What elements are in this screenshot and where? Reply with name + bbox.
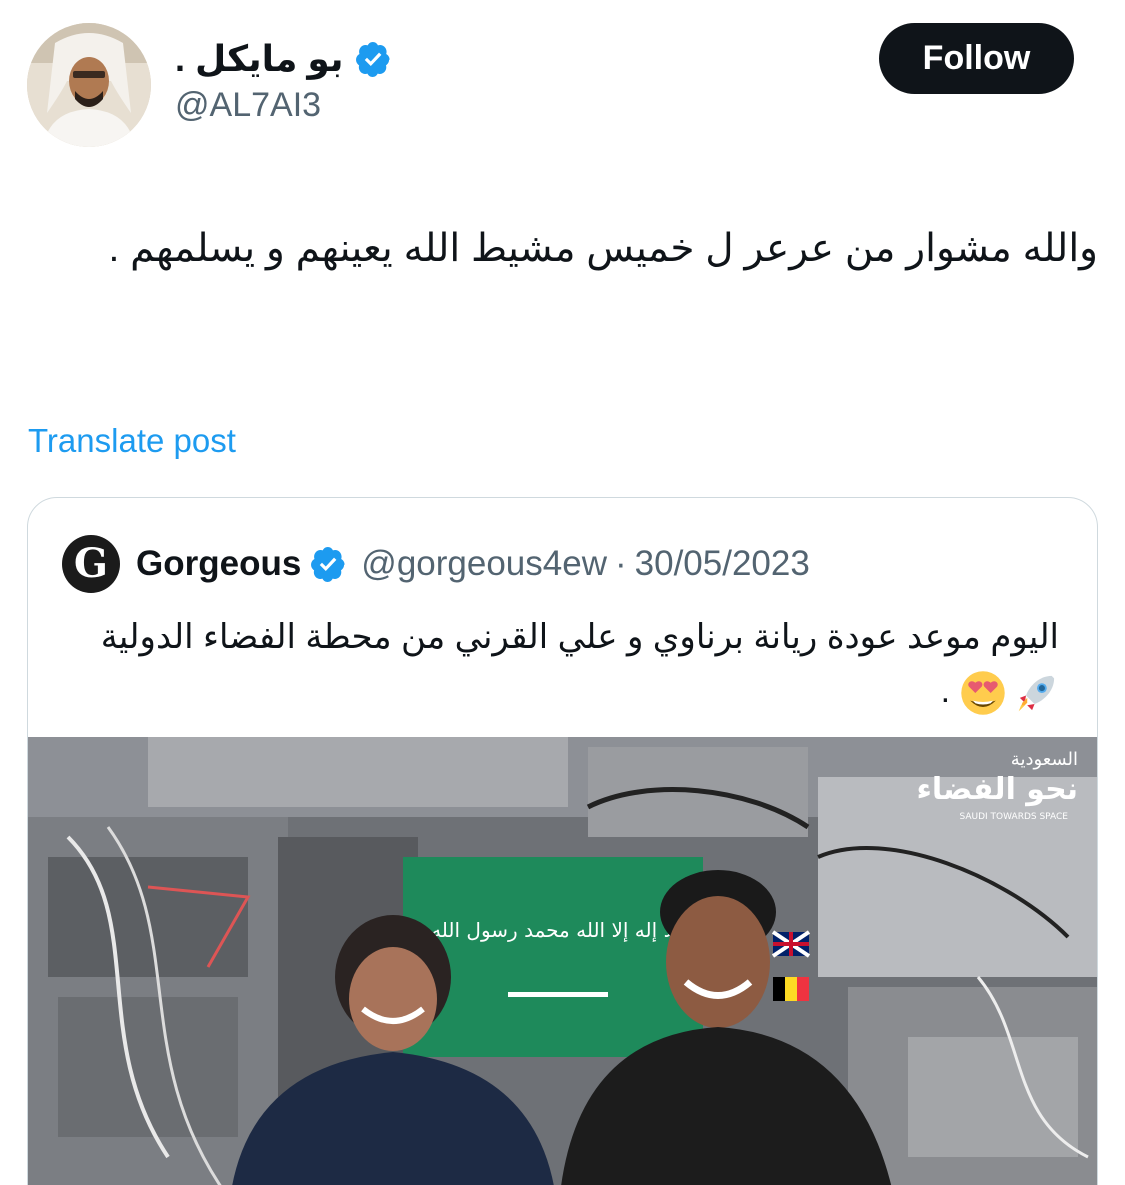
logo-line2: نحو الفضاء — [917, 772, 1078, 807]
logo-line1: السعودية — [1011, 749, 1078, 770]
quoted-author-name[interactable]: Gorgeous — [136, 544, 301, 584]
quoted-tweet-header: G Gorgeous @gorgeous4ew · 30/05/2023 — [62, 535, 810, 593]
author-avatar-image — [27, 23, 151, 147]
author-handle[interactable]: @AL7AI3 — [175, 86, 321, 125]
separator-dot: · — [614, 544, 627, 583]
quoted-avatar-letter: G — [73, 540, 109, 587]
quoted-author-handle[interactable]: @gorgeous4ew — [361, 544, 607, 584]
rocket-emoji — [1018, 675, 1055, 712]
space-station-image: لا إله إلا الله محمد رسول الله السعودية … — [28, 737, 1097, 1185]
follow-button[interactable]: Follow — [879, 23, 1074, 94]
quoted-tweet-card[interactable]: G Gorgeous @gorgeous4ew · 30/05/2023 الي… — [27, 497, 1098, 1185]
flag-inscription: لا إله إلا الله محمد رسول الله — [431, 918, 675, 943]
translate-post-link[interactable]: Translate post — [28, 422, 236, 460]
tweet-text: والله مشوار من عرعر ل خميس مشيط الله يعي… — [108, 227, 1098, 270]
heart-eyes-emoji — [960, 671, 1005, 715]
verified-badge-icon — [311, 547, 345, 582]
quoted-text-end: . — [940, 672, 951, 710]
author-display-name[interactable]: بو مايكل . — [175, 38, 344, 80]
logo-line3: SAUDI TOWARDS SPACE — [959, 812, 1068, 822]
quoted-text-body: اليوم موعد عودة ريانة برناوي و علي القرن… — [100, 618, 1059, 656]
author-name-row: بو مايكل . — [175, 34, 392, 84]
author-avatar[interactable] — [27, 23, 151, 147]
quoted-author-avatar[interactable]: G — [62, 535, 120, 593]
quoted-tweet-text: اليوم موعد عودة ريانة برناوي و علي القرن… — [59, 610, 1059, 718]
tweet-page: بو مايكل . @AL7AI3 Follow والله مشوار من… — [0, 0, 1125, 1185]
verified-badge-icon[interactable] — [354, 40, 392, 78]
quoted-tweet-media[interactable]: لا إله إلا الله محمد رسول الله السعودية … — [28, 737, 1097, 1185]
quoted-tweet-date[interactable]: 30/05/2023 — [635, 544, 810, 584]
